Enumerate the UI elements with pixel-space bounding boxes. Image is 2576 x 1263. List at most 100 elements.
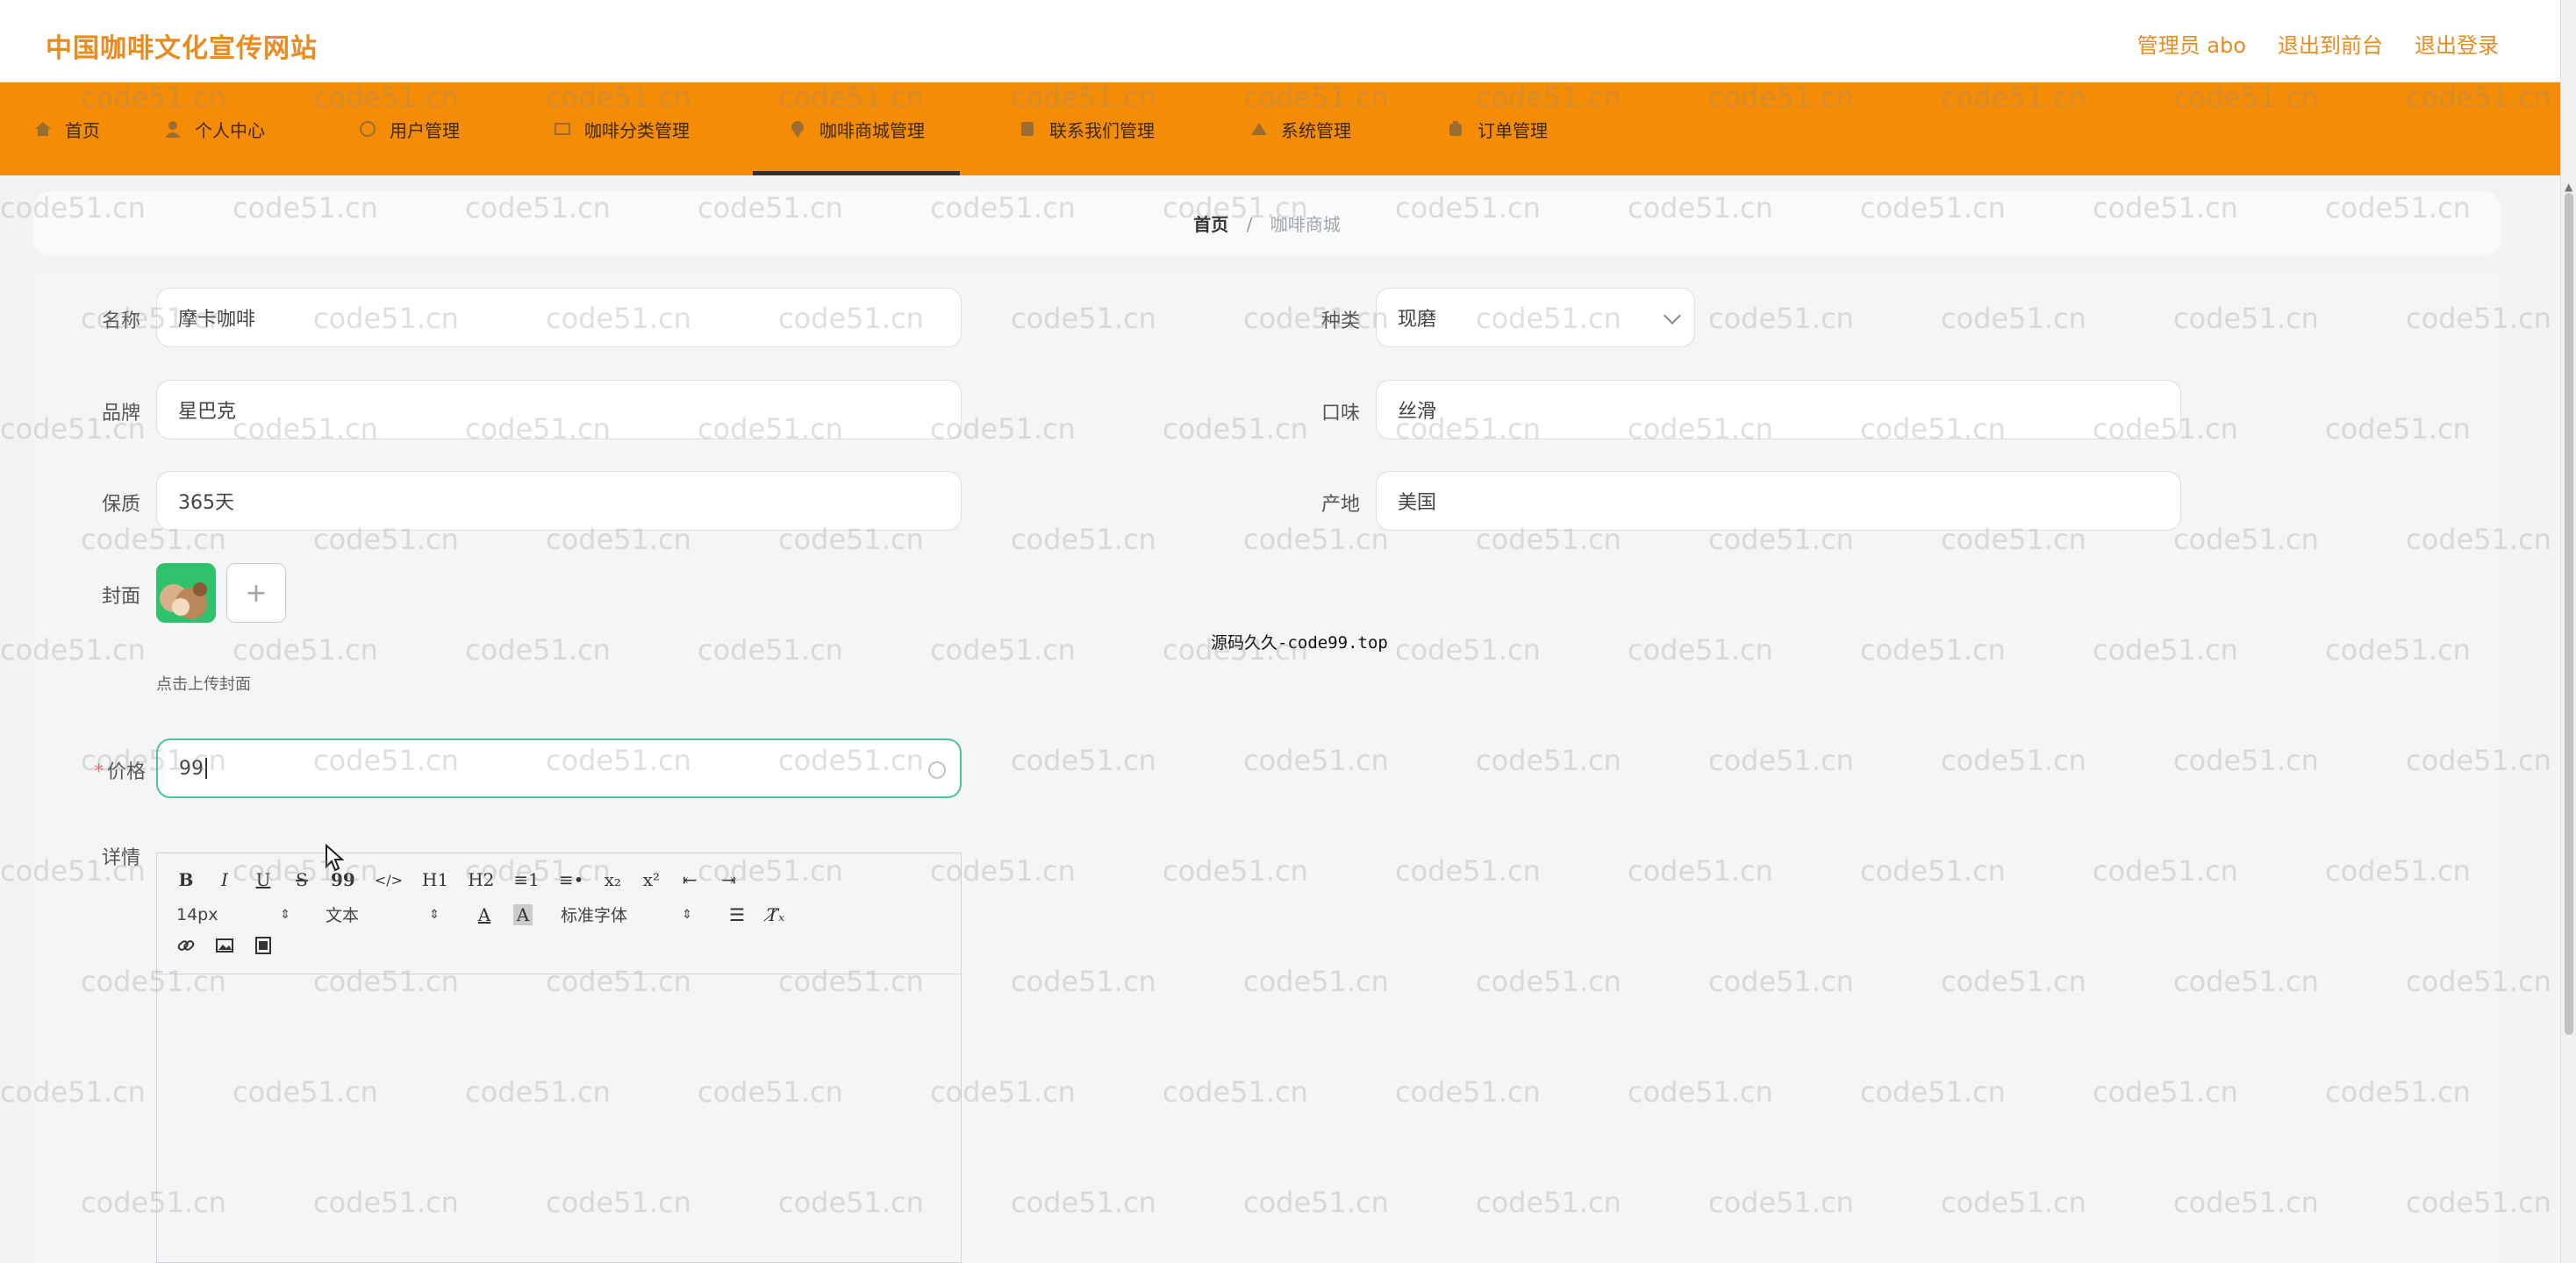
heading2-button[interactable]: H2 — [468, 869, 494, 890]
name-input[interactable]: 摩卡咖啡 — [156, 288, 962, 347]
cover-label: 封面 — [101, 586, 140, 608]
logout-link[interactable]: 退出登录 — [2415, 28, 2499, 59]
contact-icon — [1021, 122, 1034, 136]
blockquote-button[interactable]: 99 — [331, 869, 355, 890]
orders-icon — [1449, 121, 1462, 136]
center-note: 源码久久-code99.top — [1211, 633, 1388, 653]
price-label: 价格 — [70, 756, 146, 784]
origin-label: 产地 — [1320, 494, 1360, 516]
shelf-life-input[interactable]: 365天 — [156, 471, 962, 531]
scroll-thumb[interactable] — [2565, 193, 2573, 1035]
clear-icon[interactable] — [928, 761, 946, 779]
image-icon[interactable] — [215, 936, 234, 960]
toolbar-row-selects: 14px ⇕ 文本 ⇕ A A 标准字体 ⇕ ☰ T̸ₓ — [176, 903, 805, 926]
code-block-button[interactable]: </> — [375, 872, 403, 888]
nav-item-coffee-category[interactable]: 咖啡分类管理 — [553, 82, 690, 175]
location-pin-icon — [791, 121, 804, 138]
rich-text-editor[interactable]: B I U S 99 </> H1 H2 ≡1 ≡• x₂ x² ⇤ ⇥ 14p… — [156, 853, 962, 1263]
font-size-value: 14px — [176, 904, 218, 924]
cover-thumbnail[interactable] — [156, 563, 216, 623]
nav-item-orders[interactable]: 订单管理 — [1446, 82, 1548, 175]
flavor-input[interactable]: 丝滑 — [1376, 380, 2181, 439]
nav-item-users[interactable]: 用户管理 — [358, 82, 460, 175]
video-icon[interactable] — [254, 936, 273, 960]
nav-label: 咖啡商城管理 — [819, 119, 925, 141]
text-caret — [205, 758, 207, 779]
font-family-value: 标准字体 — [561, 906, 628, 925]
flavor-label: 口味 — [1320, 403, 1360, 425]
category-label: 种类 — [1320, 310, 1360, 332]
link-icon[interactable] — [176, 936, 196, 960]
bullet-list-button[interactable]: ≡• — [559, 869, 584, 890]
nav-label: 咖啡分类管理 — [584, 119, 690, 141]
clear-format-icon[interactable]: T̸ₓ — [766, 904, 785, 925]
underline-button[interactable]: U — [254, 869, 273, 890]
nav-item-profile[interactable]: 个人中心 — [163, 82, 265, 175]
price-input[interactable]: 99 — [156, 739, 962, 798]
outdent-button[interactable]: ⇤ — [680, 869, 699, 890]
header-actions: 管理员 abo 退出到前台 退出登录 — [2137, 28, 2499, 59]
price-value: 99 — [179, 757, 204, 780]
indent-button[interactable]: ⇥ — [719, 869, 738, 890]
mouse-cursor-icon — [326, 844, 344, 872]
updown-arrow-icon: ⇕ — [682, 907, 692, 922]
site-title: 中国咖啡文化宣传网站 — [46, 33, 318, 64]
align-icon[interactable]: ☰ — [727, 904, 747, 925]
chevron-down-icon — [1664, 307, 1681, 325]
updown-arrow-icon: ⇕ — [280, 907, 290, 922]
breadcrumb-card: 首页 / 咖啡商城 — [33, 191, 2501, 256]
nav-item-contact[interactable]: 联系我们管理 — [1018, 82, 1155, 175]
strike-button[interactable]: S — [292, 869, 311, 890]
toolbar-row-format: B I U S 99 </> H1 H2 ≡1 ≡• x₂ x² ⇤ ⇥ — [176, 869, 757, 890]
brand-value: 星巴克 — [178, 401, 237, 423]
background-color-icon[interactable]: A — [513, 903, 533, 925]
shelf-life-value: 365天 — [178, 492, 234, 514]
subscript-button[interactable]: x₂ — [603, 869, 622, 890]
nav-item-coffee-shop[interactable]: 咖啡商城管理 — [753, 82, 960, 175]
name-label: 名称 — [101, 310, 140, 332]
ordered-list-button[interactable]: ≡1 — [513, 869, 539, 890]
nav-label: 订单管理 — [1478, 119, 1548, 141]
shelf-life-label: 保质 — [101, 494, 140, 516]
system-icon — [1251, 123, 1267, 135]
page-scrollbar[interactable]: ▲ — [2560, 0, 2576, 1263]
top-header: 中国咖啡文化宣传网站 管理员 abo 退出到前台 退出登录 — [0, 0, 2560, 82]
users-icon — [360, 121, 376, 137]
category-select[interactable]: 现磨 — [1376, 288, 1695, 347]
user-icon — [165, 121, 181, 138]
block-type-value: 文本 — [326, 906, 360, 925]
nav-item-home[interactable]: 首页 — [33, 82, 100, 175]
category-value: 现磨 — [1398, 309, 1437, 331]
editor-content-area[interactable] — [157, 974, 961, 1262]
font-size-select[interactable]: 14px ⇕ — [176, 905, 290, 924]
scroll-up-arrow-icon[interactable]: ▲ — [2565, 181, 2572, 193]
nav-label: 用户管理 — [390, 119, 460, 141]
upload-hint: 点击上传封面 — [156, 675, 251, 694]
toolbar-row-media — [176, 936, 292, 960]
bold-button[interactable]: B — [176, 869, 196, 890]
font-color-icon[interactable]: A — [475, 904, 494, 925]
superscript-button[interactable]: x² — [641, 869, 661, 890]
brand-label: 品牌 — [101, 403, 140, 425]
breadcrumb-home[interactable]: 首页 — [1193, 214, 1228, 235]
category-icon — [555, 123, 570, 135]
origin-input[interactable]: 美国 — [1376, 471, 2181, 531]
editor-toolbar: B I U S 99 </> H1 H2 ≡1 ≡• x₂ x² ⇤ ⇥ 14p… — [157, 853, 961, 974]
block-type-select[interactable]: 文本 ⇕ — [326, 903, 440, 926]
font-family-select[interactable]: 标准字体 ⇕ — [561, 903, 692, 926]
nav-item-system[interactable]: 系统管理 — [1249, 82, 1351, 175]
heading1-button[interactable]: H1 — [422, 869, 448, 890]
main-nav: 首页 个人中心 用户管理 咖啡分类管理 咖啡商城管理 联系我们管理 系统管理 订… — [0, 82, 2560, 175]
italic-button[interactable]: I — [215, 869, 234, 890]
admin-user-label[interactable]: 管理员 abo — [2137, 28, 2246, 59]
home-icon — [35, 122, 51, 136]
upload-cover-button[interactable]: + — [226, 563, 286, 623]
origin-value: 美国 — [1398, 492, 1437, 514]
nav-label: 首页 — [65, 119, 100, 141]
nav-label: 系统管理 — [1281, 119, 1351, 141]
nav-label: 个人中心 — [195, 119, 265, 141]
exit-to-front-link[interactable]: 退出到前台 — [2278, 28, 2383, 59]
breadcrumb-current: 咖啡商城 — [1270, 214, 1341, 235]
brand-input[interactable]: 星巴克 — [156, 380, 962, 439]
coffee-image-icon — [156, 563, 216, 623]
